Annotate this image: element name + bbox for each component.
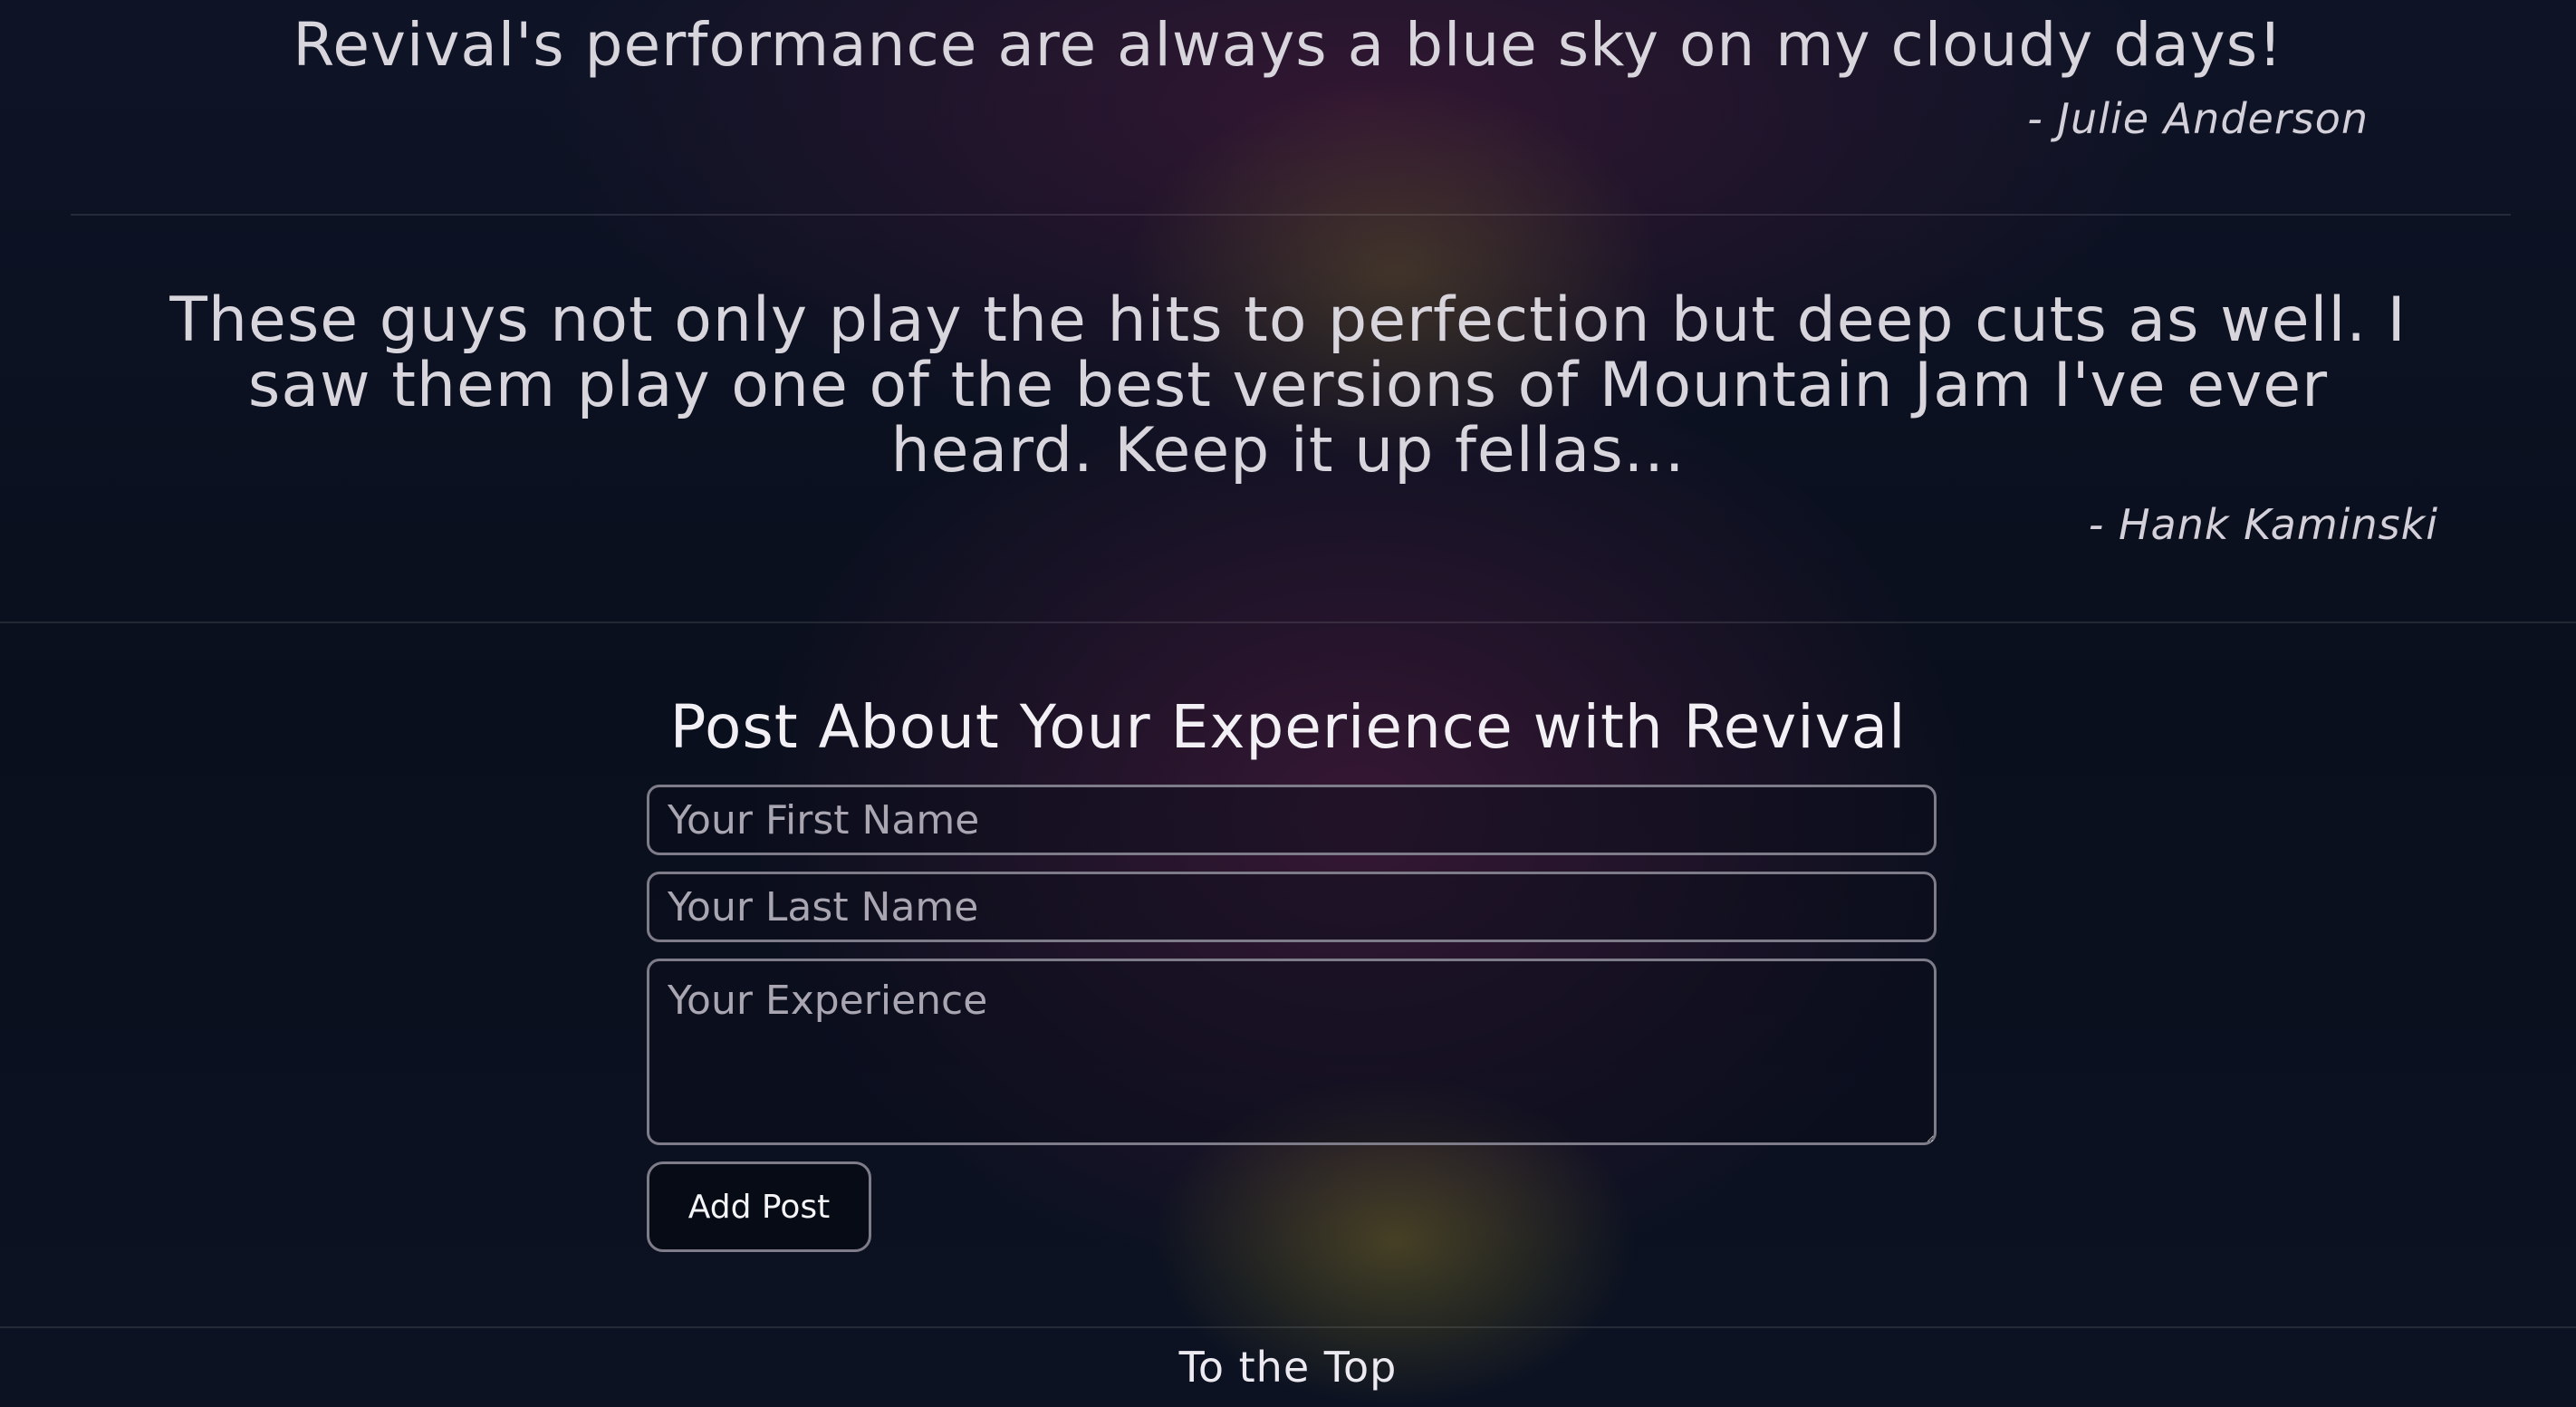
testimonial-author: - Hank Kaminski: [2088, 500, 2438, 549]
testimonial-quote: Revival's performance are always a blue …: [293, 10, 2283, 80]
testimonial-julie: Revival's performance are always a blue …: [0, 7, 2576, 143]
testimonial-quote: These guys not only play the hits to per…: [169, 284, 2407, 487]
testimonial-hank: These guys not only play the hits to per…: [0, 284, 2576, 550]
divider: [71, 214, 2511, 216]
first-name-input[interactable]: [647, 785, 1937, 855]
form-title: Post About Your Experience with Revival: [669, 692, 1907, 762]
experience-textarea[interactable]: [647, 959, 1937, 1145]
page: Revival's performance are always a blue …: [0, 0, 2576, 1407]
last-name-input[interactable]: [647, 872, 1937, 942]
add-post-button[interactable]: Add Post: [647, 1161, 871, 1252]
to-the-top-link[interactable]: To the Top: [0, 1343, 2576, 1392]
divider: [0, 622, 2576, 623]
footer-divider: [0, 1326, 2576, 1328]
testimonial-author: - Julie Anderson: [2027, 94, 2369, 143]
